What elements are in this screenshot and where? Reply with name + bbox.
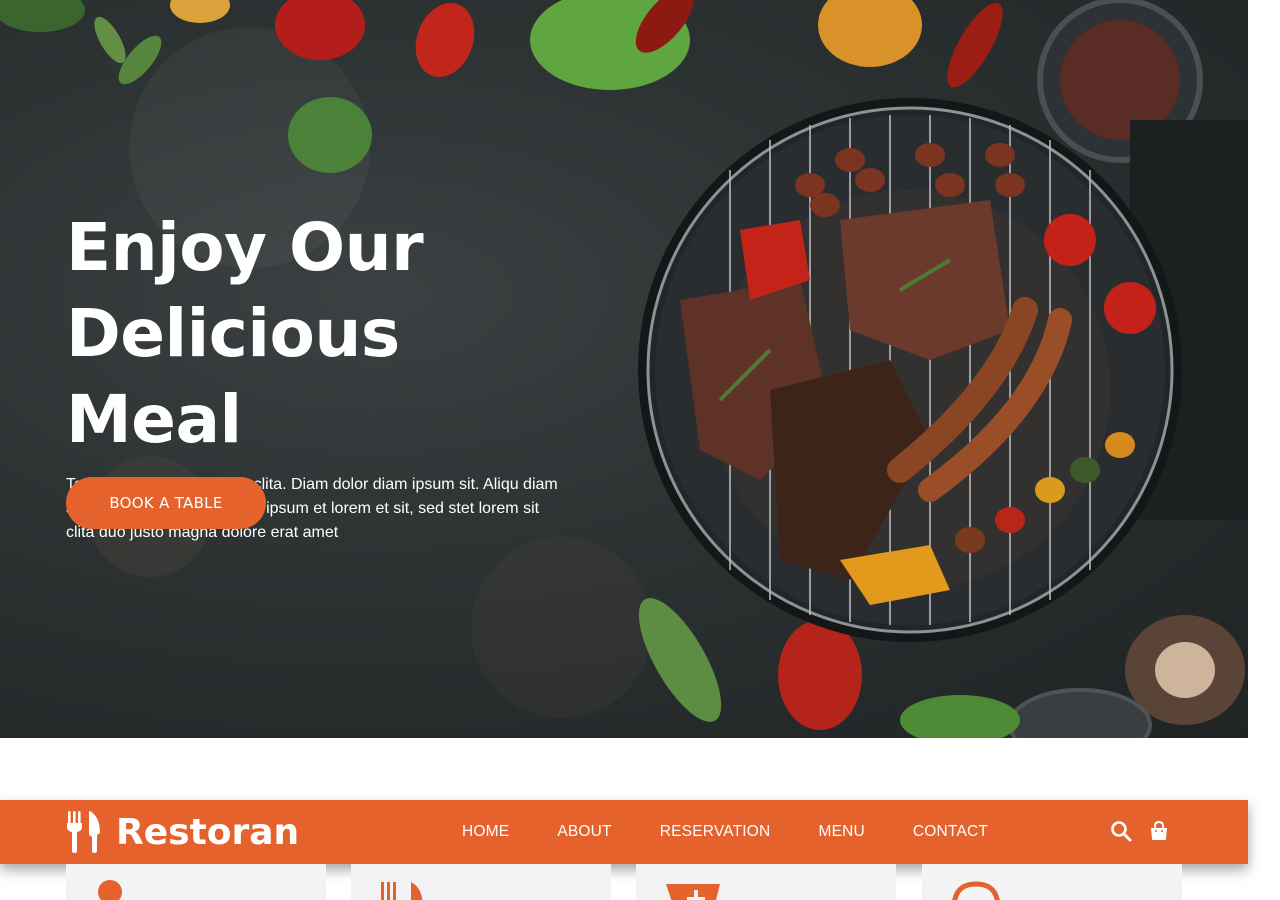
cart-plus-icon bbox=[666, 884, 720, 900]
service-card bbox=[66, 864, 326, 900]
book-a-table-button[interactable]: BOOK A TABLE bbox=[66, 477, 266, 529]
service-card bbox=[922, 864, 1182, 900]
hero-title-line2: Delicious Meal bbox=[66, 295, 400, 458]
main-navbar: Restoran HOME ABOUT RESERVATION MENU CON… bbox=[0, 800, 1248, 864]
hero-section: Enjoy Our Delicious Meal Tempor erat eli… bbox=[0, 0, 1248, 738]
search-icon[interactable] bbox=[1110, 820, 1132, 842]
shopping-bag-icon[interactable] bbox=[1148, 820, 1170, 842]
service-card bbox=[636, 864, 896, 900]
nav-link-contact[interactable]: CONTACT bbox=[913, 823, 988, 841]
service-card bbox=[351, 864, 611, 900]
utensils-icon bbox=[381, 882, 423, 900]
hero-title-line1: Enjoy Our bbox=[66, 209, 424, 286]
headset-icon bbox=[952, 881, 1000, 900]
hero-title: Enjoy Our Delicious Meal bbox=[66, 205, 586, 463]
nav-link-home[interactable]: HOME bbox=[462, 823, 509, 841]
nav-link-reservation[interactable]: RESERVATION bbox=[660, 823, 771, 841]
service-cards bbox=[66, 864, 1182, 900]
nav-link-menu[interactable]: MENU bbox=[818, 823, 864, 841]
nav-link-about[interactable]: ABOUT bbox=[557, 823, 611, 841]
brand-logo[interactable]: Restoran bbox=[66, 807, 299, 857]
user-icon bbox=[98, 880, 122, 900]
brand-name: Restoran bbox=[116, 811, 300, 853]
nav-icons bbox=[1110, 820, 1170, 842]
grill-image bbox=[638, 98, 1182, 642]
utensils-icon bbox=[67, 811, 100, 853]
nav-links: HOME ABOUT RESERVATION MENU CONTACT bbox=[462, 800, 988, 864]
